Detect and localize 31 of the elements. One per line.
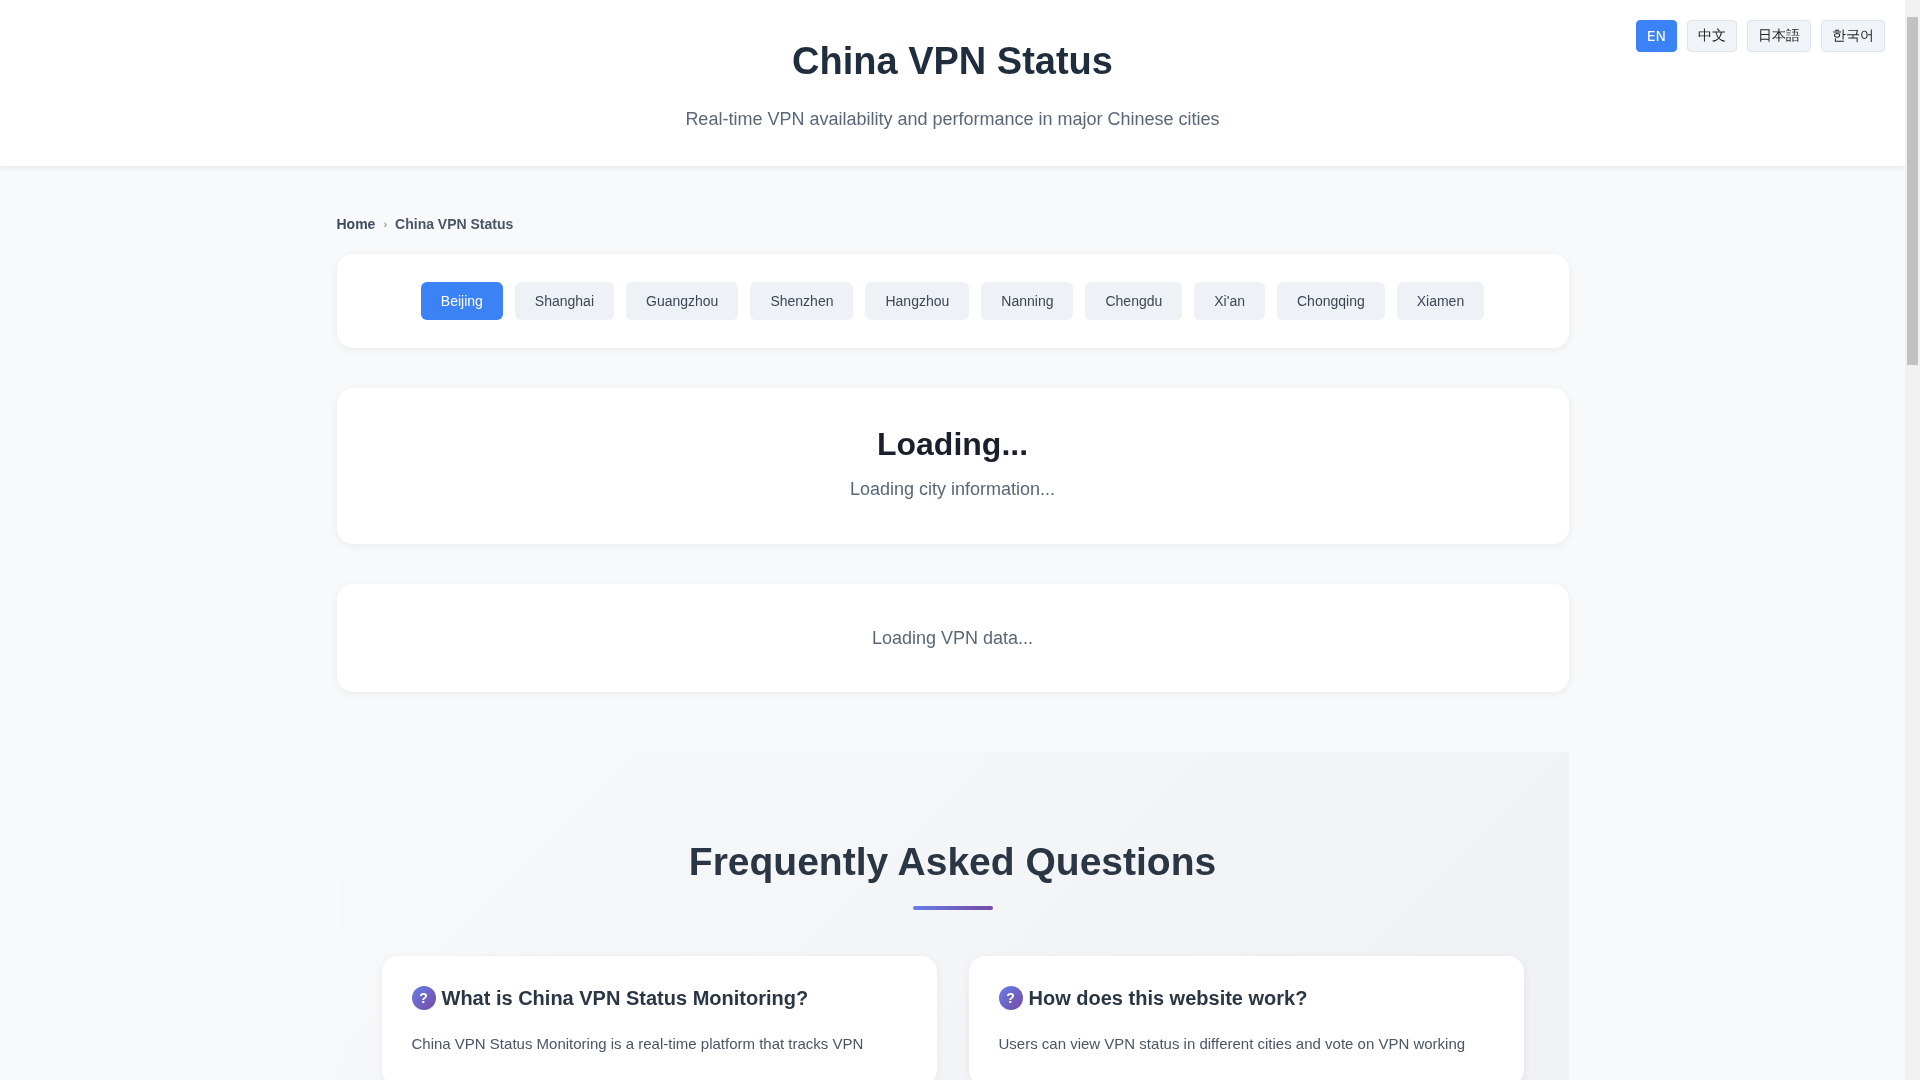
question-icon: ? (998, 986, 1023, 1010)
city-button[interactable]: Shenzhen (750, 282, 854, 320)
city-button[interactable]: Shanghai (514, 282, 614, 320)
breadcrumb-separator: › (383, 218, 388, 230)
loading-title: Loading... (876, 426, 1029, 463)
breadcrumb-link[interactable]: Home (336, 216, 376, 232)
faq-title: Frequently Asked Questions (688, 840, 1217, 884)
language-button[interactable]: 한국어 (1821, 20, 1885, 52)
city-button[interactable]: Guangzhou (626, 282, 739, 320)
language-button[interactable]: 中文 (1687, 20, 1737, 52)
city-button[interactable]: Xi'an (1194, 282, 1265, 320)
page-title: China VPN Status (792, 40, 1113, 83)
city-button[interactable]: Xiamen (1396, 282, 1485, 320)
breadcrumb-current: China VPN Status (395, 216, 514, 232)
question-icon: ? (411, 986, 436, 1010)
faq-question: What is China VPN Status Monitoring? (441, 986, 809, 1010)
city-button[interactable]: Chongqing (1277, 282, 1385, 320)
loading-text: Loading city information... (849, 479, 1056, 500)
city-button[interactable]: Hangzhou (865, 282, 970, 320)
loading-text: Loading VPN data... (871, 627, 1034, 649)
city-button[interactable]: Chengdu (1085, 282, 1183, 320)
language-button[interactable]: 日本語 (1747, 20, 1811, 52)
faq-answer: Users can view VPN status in different cities and vote on VPN working (998, 1034, 1467, 1054)
scrollbar-thumb[interactable] (1907, 17, 1918, 365)
scrollbar[interactable] (1905, 0, 1920, 1080)
faq-answer: China VPN Status Monitoring is a real-time platform that tracks VPN (411, 1034, 865, 1054)
city-button[interactable]: Beijing (420, 282, 503, 320)
language-button[interactable]: EN (1635, 20, 1677, 52)
page-subtitle: Real-time VPN availability and performance in major Chinese cities (685, 109, 1220, 130)
city-button[interactable]: Nanning (981, 282, 1074, 320)
faq-question: How does this website work? (1028, 986, 1308, 1010)
